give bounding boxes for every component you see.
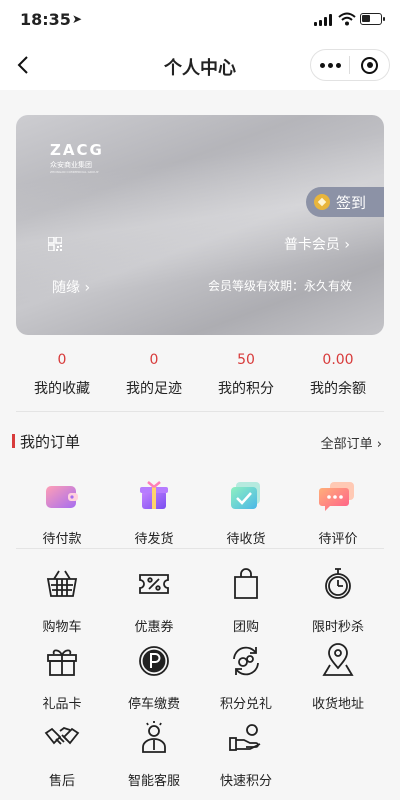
order-status-label: 待收货 — [226, 532, 266, 547]
order-pending-receipt[interactable]: 待收货 — [200, 476, 292, 547]
service-quick-points[interactable]: 快速积分 — [200, 718, 292, 789]
stat-label: 我的积分 — [218, 381, 274, 397]
stat-footprints[interactable]: 0 我的足迹 — [108, 352, 200, 411]
services-row-3: 售后 智能客服 快速积分 — [16, 718, 384, 789]
signin-button[interactable]: 签到 — [306, 187, 384, 217]
coin-icon — [314, 194, 330, 210]
points-exchange-icon — [233, 646, 259, 676]
basket-icon — [46, 570, 78, 597]
target-icon — [361, 56, 378, 74]
service-label: 快速积分 — [219, 774, 272, 789]
location-arrow-icon: ➤ — [72, 12, 83, 26]
signin-label: 签到 — [336, 193, 367, 212]
brand-name-en: ZHONGAN COMMERCIAL GROUP — [50, 170, 99, 174]
nav-bar: 个人中心 — [0, 40, 400, 90]
order-pending-payment[interactable]: 待付款 — [16, 476, 108, 547]
order-status-label: 待评价 — [318, 532, 358, 547]
stat-value: 0 — [149, 352, 159, 368]
all-orders-link[interactable]: 全部订单 › — [321, 433, 382, 452]
stat-value: 0 — [57, 352, 67, 368]
service-group-buy[interactable]: 团购 — [200, 564, 292, 635]
stat-balance[interactable]: 0.00 我的余额 — [292, 352, 384, 411]
status-time: 18:35 — [20, 10, 71, 29]
wifi-icon — [338, 12, 356, 26]
order-pending-review[interactable]: 待评价 — [292, 476, 384, 547]
shopping-bag-icon — [234, 568, 258, 599]
order-pending-shipment[interactable]: 待发货 — [108, 476, 200, 547]
map-pin-icon — [322, 643, 354, 676]
stat-label: 我的收藏 — [34, 381, 90, 397]
coupon-icon — [139, 574, 169, 594]
stopwatch-icon — [325, 568, 351, 599]
service-label: 团购 — [232, 620, 259, 635]
wallet-icon — [46, 486, 78, 508]
more-button[interactable] — [311, 62, 349, 68]
service-label: 优惠券 — [134, 620, 174, 635]
service-address[interactable]: 收货地址 — [292, 641, 384, 712]
stat-label: 我的余额 — [310, 381, 366, 397]
service-ai-support[interactable]: 智能客服 — [108, 718, 200, 789]
order-status-label: 待发货 — [134, 532, 174, 547]
status-bar: 18:35 ➤ — [0, 0, 400, 40]
member-validity: 会员等级有效期：永久有效 — [207, 279, 352, 293]
stat-value: 50 — [237, 352, 255, 368]
stat-points[interactable]: 50 我的积分 — [200, 352, 292, 411]
gift-box-icon — [140, 481, 168, 509]
miniprogram-capsule — [310, 49, 390, 81]
service-cart[interactable]: 购物车 — [16, 564, 108, 635]
service-label: 购物车 — [42, 620, 82, 635]
signal-icon — [314, 14, 332, 26]
brand-name: ZACG — [50, 141, 104, 159]
username-link[interactable]: 随缘 › — [52, 277, 90, 297]
service-gift-card[interactable]: 礼品卡 — [16, 641, 108, 712]
services-row-2: 礼品卡 停车缴费 积分兑礼 收货地址 — [16, 641, 384, 712]
service-label: 限时秒杀 — [311, 620, 364, 635]
service-points-gift[interactable]: 积分兑礼 — [200, 641, 292, 712]
chat-bubble-icon — [319, 482, 354, 511]
hand-coin-icon — [229, 724, 261, 751]
received-check-icon — [231, 482, 260, 509]
parking-icon — [139, 646, 169, 676]
orders-title: 我的订单 — [20, 433, 81, 451]
service-label: 售后 — [48, 774, 75, 789]
service-after-sales[interactable]: 售后 — [16, 718, 108, 789]
service-label: 停车缴费 — [127, 697, 180, 712]
service-label: 收货地址 — [311, 697, 364, 712]
service-label: 礼品卡 — [42, 697, 82, 712]
service-parking[interactable]: 停车缴费 — [108, 641, 200, 712]
brand-name-cn: 众安商业集团 — [50, 161, 92, 169]
member-level-link[interactable]: 普卡会员 › — [284, 234, 350, 254]
brand-logo: ZACG 众安商业集团 ZHONGAN COMMERCIAL GROUP — [50, 141, 104, 174]
gift-card-icon — [47, 649, 77, 676]
handshake-icon — [44, 726, 80, 745]
stat-label: 我的足迹 — [126, 381, 182, 397]
close-miniprogram-button[interactable] — [350, 56, 389, 74]
customer-service-icon — [142, 721, 166, 753]
stats-row: 0 我的收藏 0 我的足迹 50 我的积分 0.00 我的余额 — [16, 352, 384, 412]
membership-card[interactable]: ZACG 众安商业集团 ZHONGAN COMMERCIAL GROUP 签到 … — [16, 115, 384, 335]
order-status-label: 待付款 — [42, 532, 82, 547]
battery-icon — [360, 13, 385, 25]
service-coupon[interactable]: 优惠券 — [108, 564, 200, 635]
stat-value: 0.00 — [322, 352, 354, 368]
service-flash-sale[interactable]: 限时秒杀 — [292, 564, 384, 635]
stat-favorites[interactable]: 0 我的收藏 — [16, 352, 108, 411]
service-label: 积分兑礼 — [219, 697, 272, 712]
services-row-1: 购物车 优惠券 团购 限时秒杀 — [16, 564, 384, 635]
order-status-row: 待付款 待发货 待收货 待评价 — [16, 476, 384, 547]
orders-header: 我的订单 全部订单 › — [12, 430, 384, 454]
section-divider — [16, 548, 384, 549]
service-label: 智能客服 — [127, 774, 180, 789]
qr-code-icon[interactable] — [48, 237, 62, 251]
